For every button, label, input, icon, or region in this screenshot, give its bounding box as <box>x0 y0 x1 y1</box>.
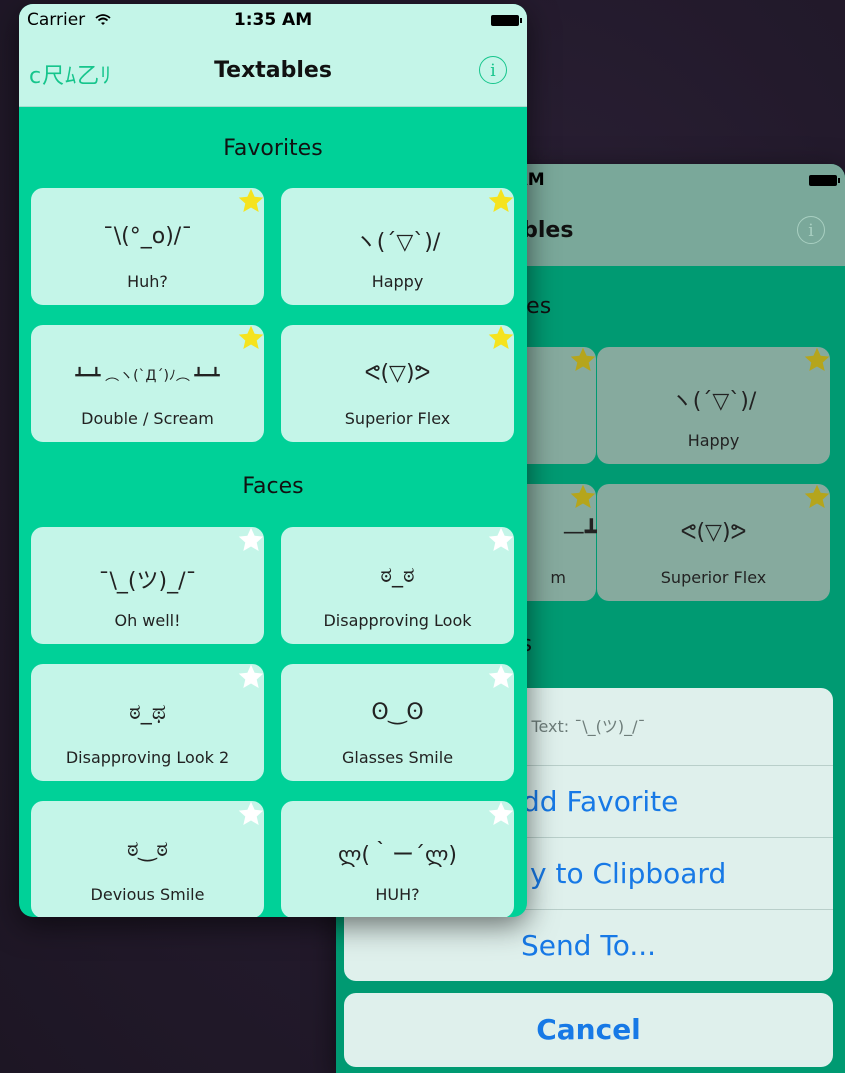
star-icon[interactable] <box>487 187 515 215</box>
card-disapproving-look-2[interactable]: ಠ_ಥ Disapproving Look 2 <box>31 664 264 781</box>
card-face-text: ಠ_ಥ <box>129 700 166 725</box>
card-label: Devious Smile <box>90 885 205 904</box>
card-superior-flex[interactable]: ᕙ(▽)ᕗ Superior Flex <box>281 325 514 442</box>
info-icon[interactable]: i <box>479 56 507 84</box>
card-label: Superior Flex <box>344 409 451 428</box>
star-icon[interactable] <box>237 526 265 554</box>
card-label: HUH? <box>375 885 420 904</box>
star-icon[interactable] <box>569 483 597 511</box>
card-face-text: ლ(｀ー´ლ) <box>337 843 457 868</box>
star-icon[interactable] <box>487 324 515 352</box>
star-icon[interactable] <box>237 663 265 691</box>
card-label: Superior Flex <box>660 568 767 587</box>
card-face-text: ʘ‿ʘ <box>371 700 424 725</box>
card-devious-smile[interactable]: ಠ‿ಠ Devious Smile <box>31 801 264 917</box>
card-label: Double / Scream <box>81 409 214 428</box>
card-label: Oh well! <box>114 611 181 630</box>
star-icon[interactable] <box>569 346 597 374</box>
star-icon[interactable] <box>487 663 515 691</box>
card-face-text: ಠ_ಠ <box>380 563 415 588</box>
card-oh-well[interactable]: ¯\_(ツ)_/¯ Oh well! <box>31 527 264 644</box>
section-title-favorites: Favorites <box>223 136 323 161</box>
send-to-button[interactable]: Send To... <box>344 909 833 981</box>
card-face-text: ¯\_(ツ)_/¯ <box>98 569 197 594</box>
battery-icon <box>809 175 840 186</box>
card-label: Disapproving Look 2 <box>65 748 230 767</box>
status-bar: Carrier 1:35 AM <box>19 4 527 38</box>
info-icon[interactable]: i <box>797 216 825 244</box>
card-face-text: ᕙ(▽)ᕗ <box>680 520 747 545</box>
star-icon[interactable] <box>237 800 265 828</box>
status-time: 1:35 AM <box>233 10 313 30</box>
card-label: Huh? <box>127 272 168 291</box>
card-superior-flex[interactable]: ᕙ(▽)ᕗ Superior Flex <box>597 484 830 601</box>
page-title: Textables <box>214 58 332 83</box>
card-glasses-smile[interactable]: ʘ‿ʘ Glasses Smile <box>281 664 514 781</box>
card-face-text: ᕙ(▽)ᕗ <box>364 361 431 386</box>
card-disapproving-look[interactable]: ಠ_ಠ Disapproving Look <box>281 527 514 644</box>
card-huh-caps[interactable]: ლ(｀ー´ლ) HUH? <box>281 801 514 917</box>
star-icon[interactable] <box>803 346 831 374</box>
card-happy[interactable]: ヽ(´▽`)/ Happy <box>281 188 514 305</box>
card-label: Disapproving Look <box>323 611 472 630</box>
star-icon[interactable] <box>487 800 515 828</box>
battery-icon <box>491 15 522 26</box>
card-face-text: ¯\(°_o)/¯ <box>102 224 193 249</box>
star-icon[interactable] <box>237 187 265 215</box>
front-phone-screen: Carrier 1:35 AM c尺ﾑ乙ﾘ Textables i Favori… <box>19 4 527 917</box>
card-label: Happy <box>687 431 740 450</box>
card-huh[interactable]: ¯\(°_o)/¯ Huh? <box>31 188 264 305</box>
card-double-scream[interactable]: ┻━┻ ︵ヽ(`Д´)ﾉ︵ ┻━┻ Double / Scream <box>31 325 264 442</box>
star-icon[interactable] <box>237 324 265 352</box>
card-face-text: ಠ‿ಠ <box>127 837 168 862</box>
star-icon[interactable] <box>487 526 515 554</box>
card-face-text: ┻━┻ ︵ヽ(`Д´)ﾉ︵ ┻━┻ <box>75 368 220 384</box>
card-happy[interactable]: ヽ(´▽`)/ Happy <box>597 347 830 464</box>
card-label: Glasses Smile <box>341 748 454 767</box>
card-face-text: ヽ(´▽`)/ <box>354 230 441 255</box>
cancel-button[interactable]: Cancel <box>344 993 833 1067</box>
star-icon[interactable] <box>803 483 831 511</box>
navigation-bar: c尺ﾑ乙ﾘ Textables i <box>19 38 527 107</box>
card-label: Happy <box>371 272 424 291</box>
card-face-text: ヽ(´▽`)/ <box>670 389 757 414</box>
section-title-faces: Faces <box>242 474 304 499</box>
